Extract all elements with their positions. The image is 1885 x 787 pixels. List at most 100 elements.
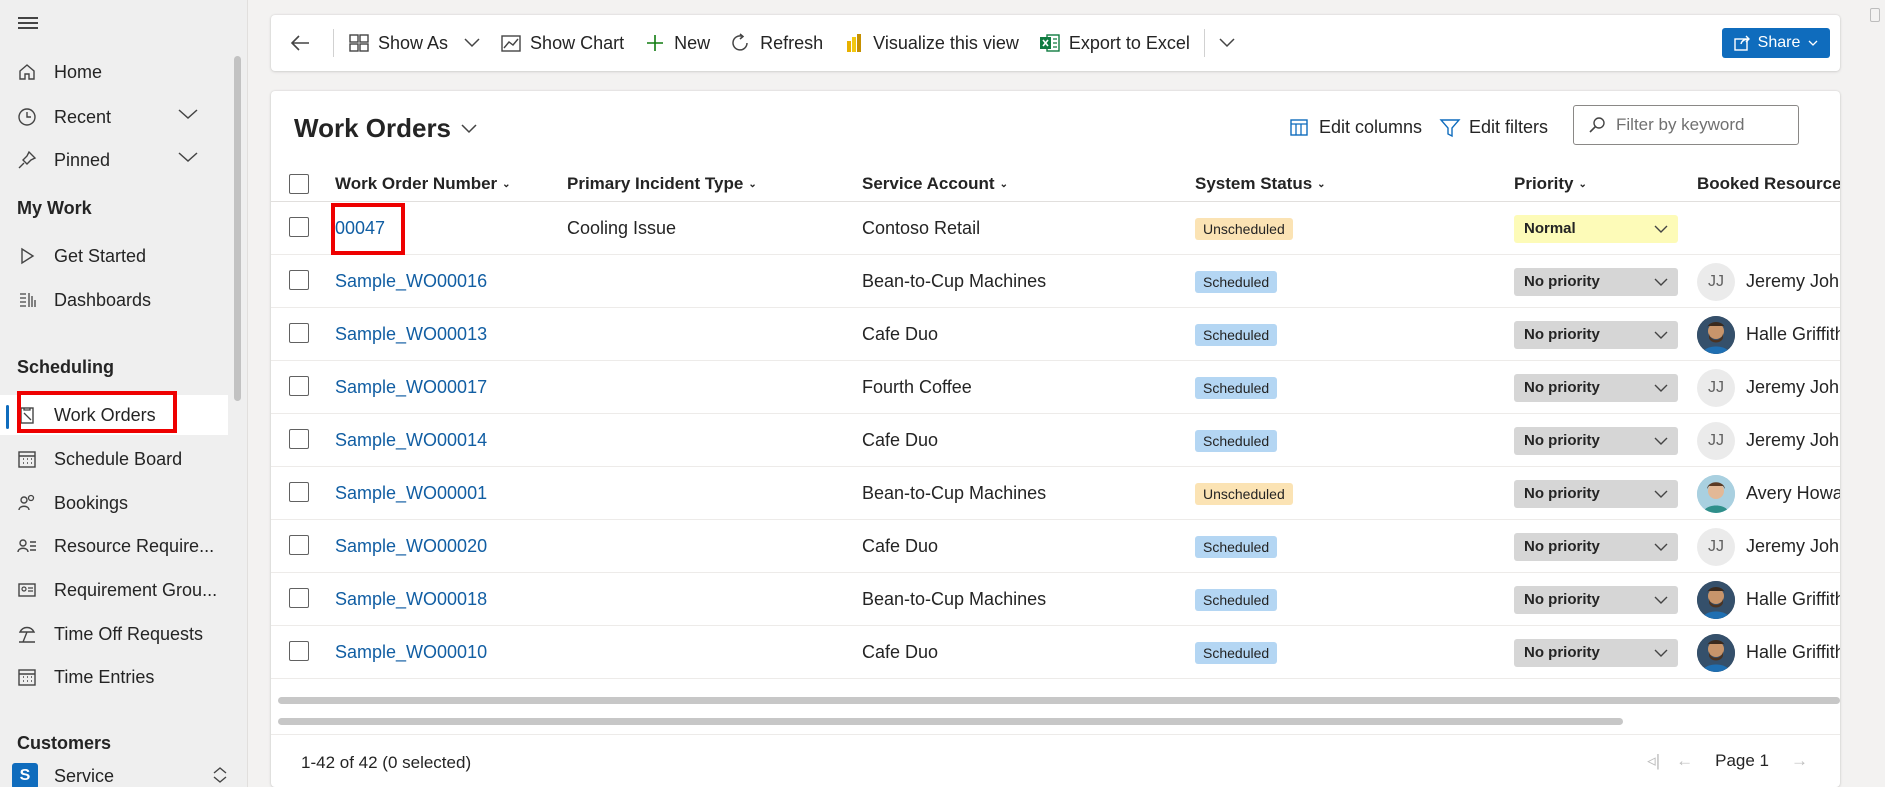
column-header-booked-resources[interactable]: Booked Resources	[1697, 166, 1840, 202]
plus-icon	[647, 35, 664, 51]
work-order-number-link[interactable]: Sample_WO00014	[335, 430, 487, 451]
table-row[interactable]: Sample_WO00017 Fourth Coffee Scheduled N…	[271, 361, 1840, 414]
priority-dropdown[interactable]: Normal	[1514, 214, 1678, 243]
row-checkbox[interactable]	[289, 270, 309, 290]
select-all-checkbox[interactable]	[289, 174, 309, 194]
priority-dropdown[interactable]: No priority	[1514, 532, 1678, 561]
booked-resource-link[interactable]: Avery Howa	[1746, 483, 1840, 504]
booked-resource-link[interactable]: Halle Griffith	[1746, 324, 1840, 345]
priority-dropdown[interactable]: No priority	[1514, 638, 1678, 667]
sidebar-item-pinned[interactable]: Pinned	[0, 140, 228, 180]
work-order-number-link[interactable]: Sample_WO00010	[335, 642, 487, 663]
share-button[interactable]: Share	[1722, 28, 1830, 58]
table-row[interactable]: Sample_WO00020 Cafe Duo Scheduled No pri…	[271, 520, 1840, 573]
new-button[interactable]: New	[634, 15, 720, 71]
more-commands-button[interactable]	[1209, 15, 1253, 71]
table-row[interactable]: Sample_WO00013 Cafe Duo Scheduled No pri…	[271, 308, 1840, 361]
area-switcher[interactable]: S Service	[0, 756, 247, 787]
service-account-link[interactable]: Cafe Duo	[862, 324, 938, 345]
chevron-down-icon[interactable]	[178, 150, 198, 168]
work-order-number-link[interactable]: Sample_WO00016	[335, 271, 487, 292]
export-excel-button[interactable]: Export to Excel	[1029, 15, 1200, 71]
edit-filters-button[interactable]: Edit filters	[1439, 117, 1548, 138]
booked-resource-link[interactable]: Halle Griffith	[1746, 589, 1840, 610]
service-account-link[interactable]: Bean-to-Cup Machines	[862, 589, 1046, 610]
service-account-link[interactable]: Bean-to-Cup Machines	[862, 271, 1046, 292]
row-checkbox[interactable]	[289, 535, 309, 555]
column-header-priority[interactable]: Priority ⌄	[1514, 166, 1587, 202]
service-account-link[interactable]: Cafe Duo	[862, 536, 938, 557]
table-row[interactable]: Sample_WO00010 Cafe Duo Scheduled No pri…	[271, 626, 1840, 679]
view-selector[interactable]: Work Orders	[294, 113, 477, 144]
table-row[interactable]: Sample_WO00018 Bean-to-Cup Machines Sche…	[271, 573, 1840, 626]
chevron-down-icon[interactable]	[178, 107, 198, 125]
sidebar-item-schedule-board[interactable]: Schedule Board	[0, 439, 228, 479]
work-order-number-link[interactable]: 00047	[335, 218, 385, 239]
row-checkbox[interactable]	[289, 323, 309, 343]
next-page-icon[interactable]: →	[1791, 751, 1808, 771]
keyword-filter[interactable]	[1573, 105, 1799, 145]
row-checkbox[interactable]	[289, 217, 309, 237]
show-chart-button[interactable]: Show Chart	[490, 15, 634, 71]
work-order-number-link[interactable]: Sample_WO00013	[335, 324, 487, 345]
back-button[interactable]	[271, 15, 329, 71]
column-header-work-order-number[interactable]: Work Order Number ⌄	[335, 166, 511, 202]
booked-resource-link[interactable]: Jeremy John	[1746, 430, 1840, 451]
service-account-link[interactable]: Cafe Duo	[862, 642, 938, 663]
hamburger-menu-icon[interactable]	[18, 14, 38, 30]
row-checkbox[interactable]	[289, 588, 309, 608]
booked-resource-link[interactable]: Halle Griffith	[1746, 642, 1840, 663]
table-row[interactable]: Sample_WO00001 Bean-to-Cup Machines Unsc…	[271, 467, 1840, 520]
sidebar-item-get-started[interactable]: Get Started	[0, 236, 228, 276]
table-row[interactable]: Sample_WO00016 Bean-to-Cup Machines Sche…	[271, 255, 1840, 308]
booked-resource-link[interactable]: Jeremy John	[1746, 377, 1840, 398]
sidebar-item-time-entries[interactable]: Time Entries	[0, 657, 228, 697]
service-account-link[interactable]: Cafe Duo	[862, 430, 938, 451]
sidebar-item-work-orders[interactable]: Work Orders	[0, 395, 228, 435]
column-header-primary-incident-type[interactable]: Primary Incident Type ⌄	[567, 166, 757, 202]
work-order-number-link[interactable]: Sample_WO00001	[335, 483, 487, 504]
chevron-down-icon	[1808, 40, 1818, 46]
service-account-link[interactable]: Fourth Coffee	[862, 377, 972, 398]
edit-columns-button[interactable]: Edit columns	[1289, 117, 1422, 138]
work-order-number-link[interactable]: Sample_WO00018	[335, 589, 487, 610]
sidebar-scrollbar[interactable]	[234, 56, 241, 401]
sidebar-item-bookings[interactable]: Bookings	[0, 483, 228, 523]
row-checkbox[interactable]	[289, 482, 309, 502]
work-order-number-link[interactable]: Sample_WO00017	[335, 377, 487, 398]
priority-dropdown[interactable]: No priority	[1514, 585, 1678, 614]
sidebar-item-requirement-groups[interactable]: Requirement Grou...	[0, 570, 228, 610]
visualize-button[interactable]: Visualize this view	[833, 15, 1029, 71]
priority-dropdown[interactable]: No priority	[1514, 373, 1678, 402]
service-account-link[interactable]: Bean-to-Cup Machines	[862, 483, 1046, 504]
row-checkbox[interactable]	[289, 641, 309, 661]
refresh-button[interactable]: Refresh	[720, 15, 833, 71]
priority-dropdown[interactable]: No priority	[1514, 426, 1678, 455]
horizontal-scroll-track[interactable]	[278, 697, 1840, 704]
column-header-system-status[interactable]: System Status ⌄	[1195, 166, 1326, 202]
sidebar-item-recent[interactable]: Recent	[0, 97, 228, 137]
booked-resource-link[interactable]: Jeremy John	[1746, 271, 1840, 292]
sidebar-item-resource-requirements[interactable]: Resource Require...	[0, 526, 228, 566]
sidebar-item-home[interactable]: Home	[0, 52, 228, 92]
horizontal-scrollbar[interactable]	[278, 718, 1623, 725]
previous-page-icon[interactable]: ←	[1676, 751, 1693, 771]
side-pane-icon[interactable]	[1870, 8, 1880, 22]
sidebar-item-time-off-requests[interactable]: Time Off Requests	[0, 614, 228, 654]
priority-dropdown[interactable]: No priority	[1514, 479, 1678, 508]
edit-filters-label: Edit filters	[1469, 117, 1549, 137]
row-checkbox[interactable]	[289, 429, 309, 449]
service-account-link[interactable]: Contoso Retail	[862, 218, 980, 239]
keyword-filter-input[interactable]	[1616, 115, 1796, 135]
row-checkbox[interactable]	[289, 376, 309, 396]
work-order-number-link[interactable]: Sample_WO00020	[335, 536, 487, 557]
table-row[interactable]: 00047 Cooling Issue Contoso Retail Unsch…	[271, 202, 1840, 255]
show-as-button[interactable]: Show As	[338, 15, 490, 71]
priority-dropdown[interactable]: No priority	[1514, 267, 1678, 296]
table-row[interactable]: Sample_WO00014 Cafe Duo Scheduled No pri…	[271, 414, 1840, 467]
booked-resource-link[interactable]: Jeremy John	[1746, 536, 1840, 557]
first-page-icon[interactable]: ◃|	[1647, 751, 1660, 771]
column-header-service-account[interactable]: Service Account ⌄	[862, 166, 1008, 202]
priority-dropdown[interactable]: No priority	[1514, 320, 1678, 349]
sidebar-item-dashboards[interactable]: Dashboards	[0, 280, 228, 320]
